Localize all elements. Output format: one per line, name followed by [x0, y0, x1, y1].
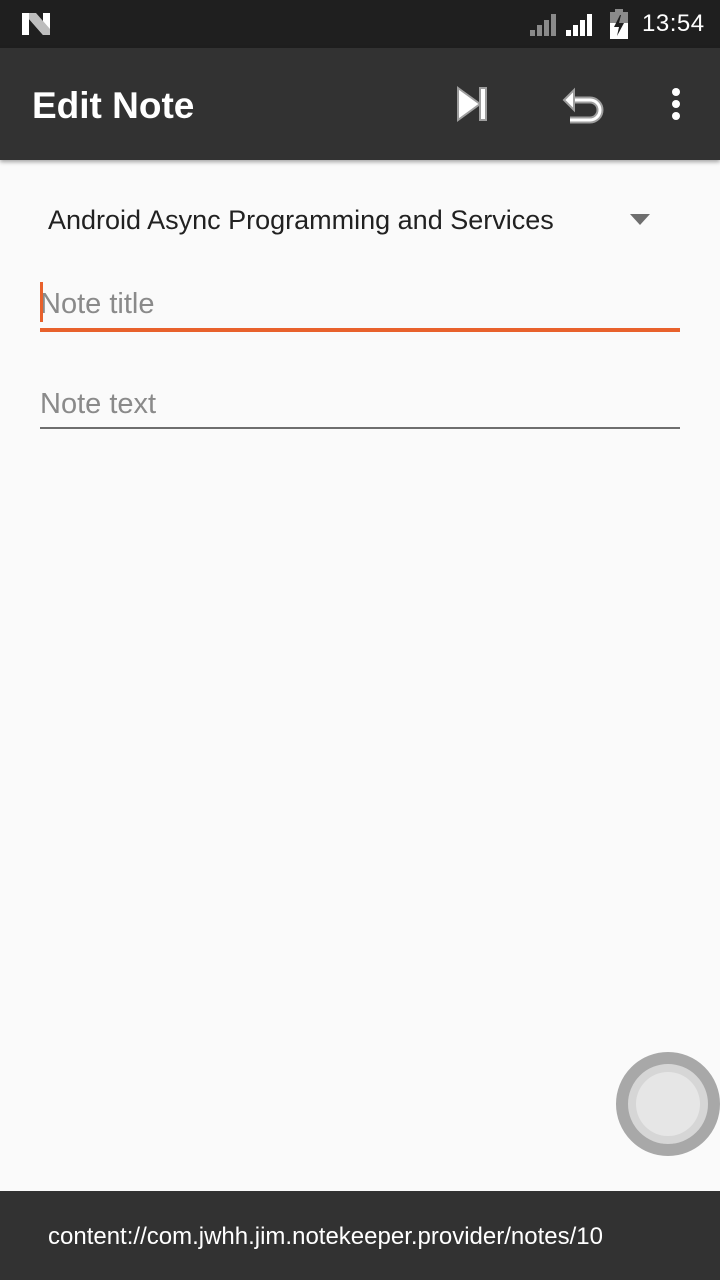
floating-action-button[interactable]	[616, 1052, 720, 1156]
battery-charging-icon	[610, 9, 628, 39]
note-title-input[interactable]	[40, 280, 680, 328]
more-options-button[interactable]	[648, 76, 704, 132]
page-title: Edit Note	[32, 85, 195, 126]
course-spinner[interactable]: Android Async Programming and Services	[32, 190, 672, 250]
status-bar: 13:54	[0, 0, 720, 48]
more-vert-icon	[672, 88, 680, 120]
app-bar: Edit Note	[0, 48, 720, 160]
snackbar-message: content://com.jwhh.jim.notekeeper.provid…	[48, 1223, 603, 1250]
signal-icon	[530, 14, 556, 36]
next-note-button[interactable]	[444, 76, 500, 132]
note-title-underline	[40, 328, 680, 332]
snackbar: content://com.jwhh.jim.notekeeper.provid…	[0, 1191, 720, 1280]
course-spinner-selected: Android Async Programming and Services	[48, 205, 554, 235]
note-text-field-wrapper	[40, 380, 680, 429]
text-cursor	[40, 282, 43, 322]
signal-icon	[566, 14, 592, 36]
undo-button[interactable]	[556, 76, 612, 132]
note-text-input[interactable]	[40, 380, 680, 428]
notification-n-icon	[22, 13, 50, 35]
dropdown-arrow-icon	[630, 214, 650, 225]
skip-next-icon	[457, 86, 487, 122]
note-title-field-wrapper	[40, 280, 680, 332]
status-time: 13:54	[642, 10, 705, 37]
undo-icon	[562, 87, 604, 124]
note-text-underline	[40, 427, 680, 429]
circle-icon	[616, 1052, 720, 1156]
